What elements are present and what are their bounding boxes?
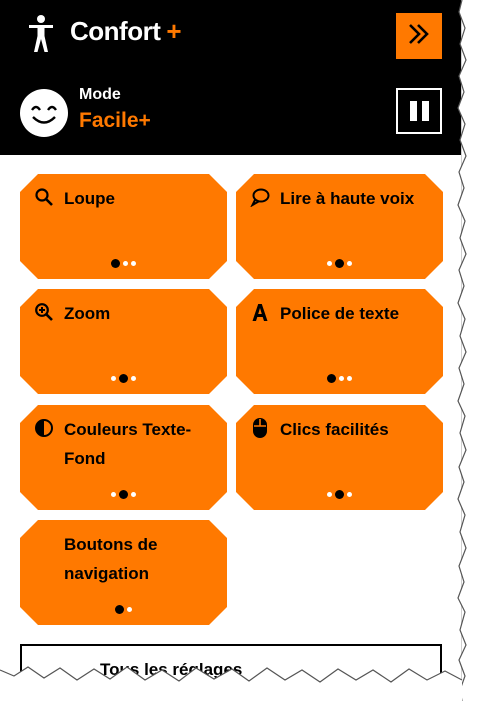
panel-header: Confort + Mode Facile+ bbox=[0, 0, 461, 155]
level-dot-active bbox=[327, 374, 336, 383]
tile-label: Lire à haute voix bbox=[280, 189, 415, 208]
expand-button[interactable] bbox=[396, 13, 442, 59]
tile-couleurs-texte-fond[interactable]: Couleurs Texte-Fond bbox=[20, 405, 227, 510]
smiley-icon bbox=[20, 89, 68, 137]
level-dots bbox=[20, 605, 227, 614]
zoom-in-icon bbox=[34, 302, 54, 322]
level-dot bbox=[123, 261, 128, 266]
mouse-icon bbox=[250, 418, 270, 438]
level-dot-active bbox=[335, 259, 344, 268]
level-dots bbox=[236, 490, 443, 499]
level-dot bbox=[347, 492, 352, 497]
tile-loupe[interactable]: Loupe bbox=[20, 174, 227, 279]
level-dot bbox=[111, 376, 116, 381]
pause-icon-bar-right bbox=[421, 101, 429, 121]
level-dot bbox=[347, 261, 352, 266]
accessibility-person-icon bbox=[26, 14, 56, 54]
level-dot bbox=[339, 376, 344, 381]
confort-plus-panel: Confort + Mode Facile+ Loupe Lire à haut… bbox=[0, 0, 462, 701]
level-dots bbox=[20, 259, 227, 268]
tile-label: Zoom bbox=[64, 304, 111, 323]
mode-value: Facile+ bbox=[79, 109, 151, 132]
tile-boutons-de-navigation[interactable]: Boutons de navigation bbox=[20, 520, 227, 625]
level-dot bbox=[127, 607, 132, 612]
pause-icon-bar-left bbox=[409, 101, 417, 121]
level-dots bbox=[236, 259, 443, 268]
contrast-icon bbox=[34, 418, 54, 438]
tile-label: Loupe bbox=[64, 189, 115, 208]
mode-label: Mode bbox=[79, 86, 121, 103]
level-dot-active bbox=[119, 374, 128, 383]
magnifier-icon bbox=[34, 187, 54, 207]
tile-label: Clics facilités bbox=[280, 420, 389, 439]
tile-zoom[interactable]: Zoom bbox=[20, 289, 227, 394]
level-dot bbox=[327, 492, 332, 497]
double-chevron-right-icon bbox=[406, 22, 432, 51]
pause-button[interactable] bbox=[396, 88, 442, 134]
level-dot bbox=[131, 376, 136, 381]
tile-police-de-texte[interactable]: Police de texte bbox=[236, 289, 443, 394]
all-settings-button[interactable]: Tous les réglages bbox=[20, 644, 442, 701]
tile-label: Couleurs Texte-Fond bbox=[64, 420, 192, 468]
tile-label: Police de texte bbox=[280, 304, 400, 323]
font-a-icon bbox=[250, 302, 270, 322]
level-dots bbox=[20, 490, 227, 499]
tile-label: Boutons de navigation bbox=[64, 535, 158, 583]
level-dot-active bbox=[335, 490, 344, 499]
speech-bubble-icon bbox=[250, 187, 270, 207]
level-dot-active bbox=[119, 490, 128, 499]
level-dot-active bbox=[111, 259, 120, 268]
tile-clics-facilites[interactable]: Clics facilités bbox=[236, 405, 443, 510]
tile-lire-a-haute-voix[interactable]: Lire à haute voix bbox=[236, 174, 443, 279]
level-dot bbox=[327, 261, 332, 266]
level-dot bbox=[131, 261, 136, 266]
level-dot-active bbox=[115, 605, 124, 614]
level-dots bbox=[236, 374, 443, 383]
level-dot bbox=[347, 376, 352, 381]
all-settings-label: Tous les réglages bbox=[100, 660, 243, 679]
app-title: Confort + bbox=[70, 16, 182, 46]
level-dot bbox=[111, 492, 116, 497]
level-dots bbox=[20, 374, 227, 383]
screenshot-frame: Confort + Mode Facile+ Loupe Lire à haut… bbox=[0, 0, 489, 701]
level-dot bbox=[131, 492, 136, 497]
